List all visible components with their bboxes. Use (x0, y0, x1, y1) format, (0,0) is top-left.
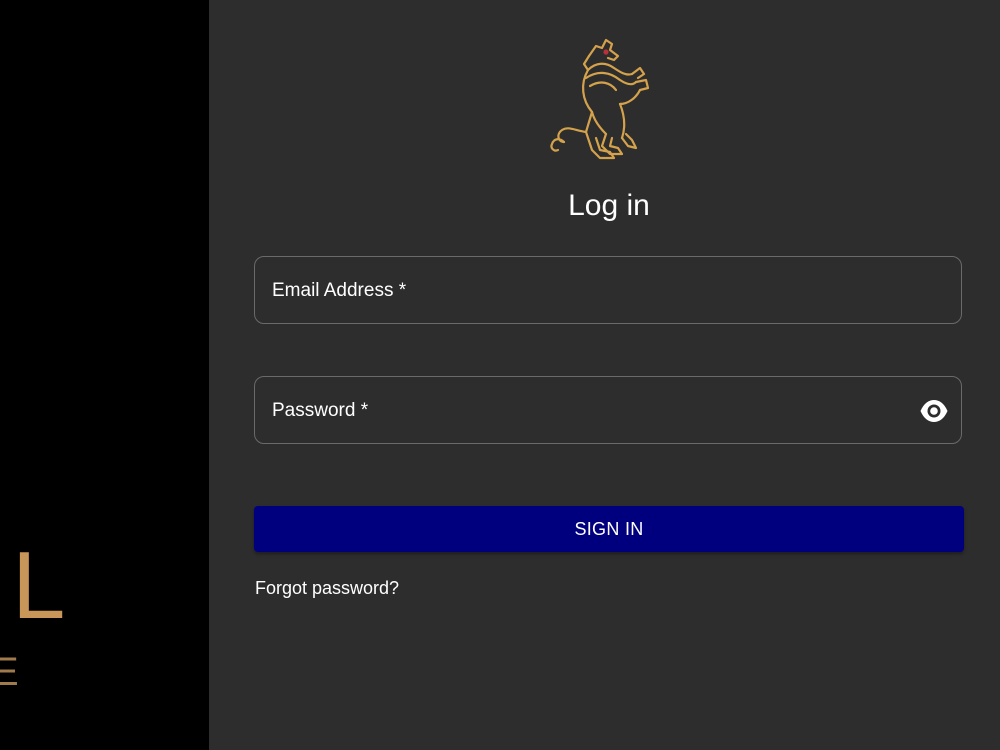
brand-wordmark-letter: L (12, 532, 66, 639)
forgot-password-link[interactable]: Forgot password? (255, 577, 399, 599)
email-field[interactable]: Email Address * (254, 256, 962, 324)
login-panel: Log in Email Address * Password * SIGN I… (209, 0, 1000, 750)
password-field[interactable]: Password * (254, 376, 962, 444)
login-page: L E Log in Email Address * Password * SI… (0, 0, 1000, 750)
sign-in-button[interactable]: SIGN IN (254, 506, 964, 552)
rampant-lion-icon (550, 38, 650, 160)
password-input[interactable] (255, 377, 961, 443)
brand-panel: L E (0, 0, 209, 750)
email-input[interactable] (255, 257, 961, 323)
brand-tagline-letter: E (0, 650, 19, 694)
eye-icon[interactable] (919, 397, 949, 425)
page-title: Log in (568, 189, 650, 222)
